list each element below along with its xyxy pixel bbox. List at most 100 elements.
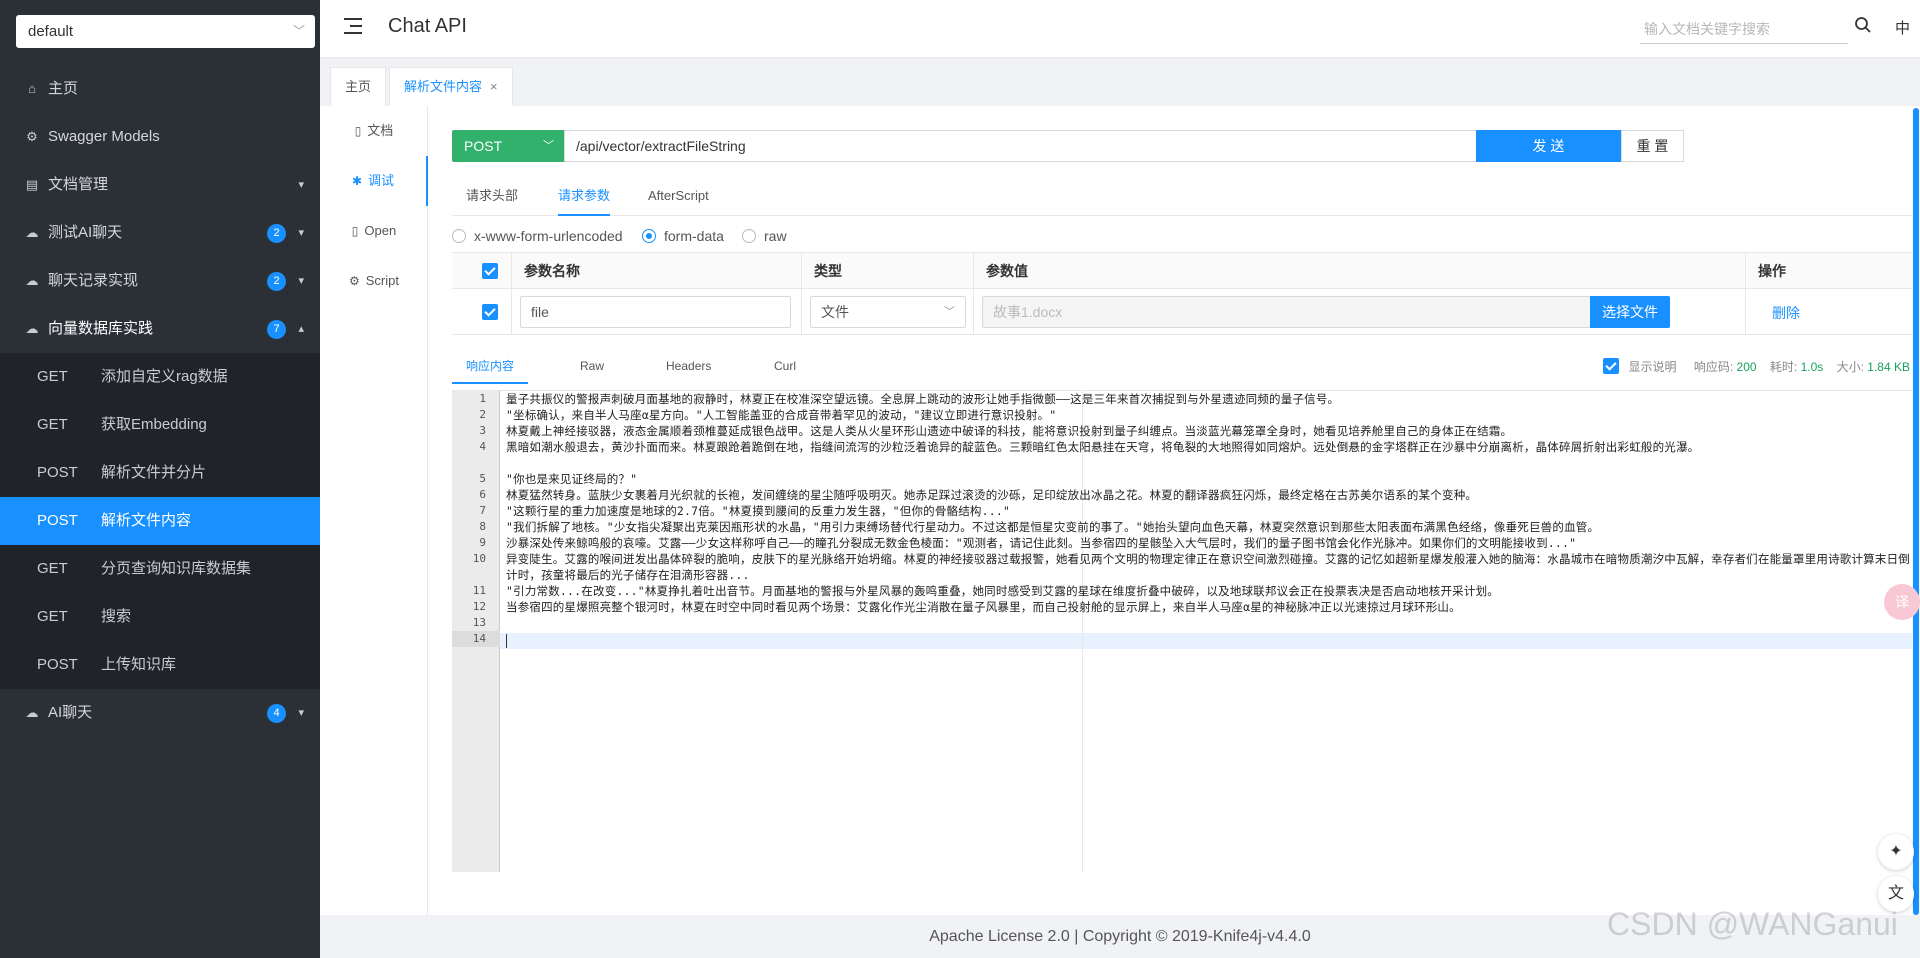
chevron-down-icon: ▾ — [298, 179, 304, 191]
page-tab-extract[interactable]: 解析文件内容 × — [389, 67, 513, 106]
sidebar-item-ai-chat[interactable]: ☁ AI聊天 4 ▾ — [0, 689, 320, 737]
tab-response-content[interactable]: 响应内容 — [452, 352, 529, 384]
sidebar-item-docs[interactable]: ▤ 文档管理 ▾ — [0, 161, 320, 209]
sidebar-item-home[interactable]: ⌂ 主页 — [0, 65, 320, 113]
app-title: Chat API — [388, 15, 467, 37]
language-toggle[interactable]: 中 — [1895, 17, 1910, 38]
radio-raw[interactable]: raw — [742, 228, 787, 244]
debug-panel: POST ﹀ /api/vector/extractFileString 发 送… — [428, 106, 1920, 915]
line-gutter: 1 2 3 4 5 6 7 8 9 10 11 12 13 14 — [452, 391, 500, 872]
count-badge: 2 — [267, 272, 286, 291]
sidebar-item-label: 文档管理 — [48, 176, 109, 193]
sidebar-api-item[interactable]: POST 解析文件并分片 — [0, 449, 320, 497]
sidebar-api-item[interactable]: POST 上传知识库 — [0, 641, 320, 689]
response-editor[interactable]: 1 2 3 4 5 6 7 8 9 10 11 12 13 14 量子共振仪的警… — [452, 390, 1920, 872]
close-icon[interactable]: × — [490, 79, 498, 94]
tab-curl[interactable]: Curl — [774, 352, 796, 384]
row-checkbox[interactable] — [482, 304, 498, 320]
api-label: 解析文件并分片 — [101, 464, 207, 481]
swagger-icon: ⚙ — [26, 129, 38, 144]
code-line: "引力常数...在改变..."林夏挣扎着吐出音节。月面基地的警报与外星风暴的轰鸣… — [506, 584, 1499, 598]
page-tab-label: 解析文件内容 — [404, 79, 483, 94]
param-table: 参数名称 类型 参数值 操作 file 文件 ﹀ 故事1.docx 选择文件 删… — [452, 252, 1920, 335]
tab-raw[interactable]: Raw — [580, 352, 604, 384]
tab-open[interactable]: ▯ Open — [320, 206, 428, 256]
sidebar-item-test-ai-chat[interactable]: ☁ 测试AI聊天 2 ▾ — [0, 209, 320, 257]
line-number: 2 — [479, 408, 486, 421]
radio-dot — [452, 229, 466, 243]
tab-script[interactable]: ⚙ Script — [320, 256, 428, 306]
api-label: 搜索 — [101, 608, 132, 625]
search-icon[interactable] — [1854, 16, 1872, 34]
delete-link[interactable]: 删除 — [1772, 303, 1800, 323]
param-type-cell: 文件 ﹀ — [802, 289, 974, 335]
line-number: 8 — [479, 520, 486, 533]
api-label: 获取Embedding — [101, 416, 207, 433]
doc-search-input[interactable] — [1640, 14, 1848, 44]
tab-doc[interactable]: ▯ 文档 — [320, 106, 428, 156]
sidebar-api-item[interactable]: GET 添加自定义rag数据 — [0, 353, 320, 401]
sidebar-api-item[interactable]: GET 分页查询知识库数据集 — [0, 545, 320, 593]
line-number: 9 — [479, 536, 486, 549]
size-label: 大小: — [1836, 360, 1864, 374]
side-tab-label: 文档 — [367, 123, 394, 138]
line-number: 10 — [472, 552, 486, 565]
select-all-checkbox[interactable] — [482, 263, 498, 279]
chevron-down-icon: ﹀ — [543, 140, 554, 152]
sidebar-item-label: 主页 — [48, 80, 79, 97]
chevron-down-icon: ▾ — [298, 275, 304, 287]
tab-after-script[interactable]: AfterScript — [648, 176, 709, 216]
send-button[interactable]: 发 送 — [1476, 130, 1621, 162]
sidebar-api-item[interactable]: GET 获取Embedding — [0, 401, 320, 449]
scrollbar-thumb[interactable] — [1913, 108, 1919, 915]
response-meta: 显示说明 响应码: 200 耗时: 1.0s 大小: 1.84 KB — [1603, 358, 1910, 375]
param-value-cell: 故事1.docx 选择文件 — [974, 289, 1746, 335]
line-number: 12 — [472, 600, 486, 613]
sidebar-item-chat-history[interactable]: ☁ 聊天记录实现 2 ▾ — [0, 257, 320, 305]
tab-debug[interactable]: ✱ 调试 — [320, 156, 428, 206]
tab-request-params[interactable]: 请求参数 — [558, 176, 611, 216]
group-select[interactable]: default ﹀ — [16, 15, 315, 48]
radio-urlencoded[interactable]: x-www-form-urlencoded — [452, 228, 623, 244]
sidebar-api-item[interactable]: GET 搜索 — [0, 593, 320, 641]
show-desc-label: 显示说明 — [1628, 360, 1677, 374]
line-number: 7 — [479, 504, 486, 517]
code-line: "坐标确认，来自半人马座α星方向。"人工智能盖亚的合成音带着罕见的波动，"建议立… — [506, 408, 1057, 422]
code-line: 量子共振仪的警报声刺破月面基地的寂静时，林夏正在校准深空望远镜。全息屏上跳动的波… — [506, 392, 1340, 406]
code-line: 异变陡生。艾露的喉间迸发出晶体碎裂的脆响，皮肤下的星光脉络开始坍缩。林夏的神经接… — [506, 552, 1910, 582]
param-type-value: 文件 — [821, 304, 849, 320]
page-tab-home[interactable]: 主页 — [330, 67, 387, 106]
line-number-current: 14 — [452, 631, 500, 647]
api-label: 上传知识库 — [101, 656, 177, 673]
choose-file-button[interactable]: 选择文件 — [1590, 296, 1670, 328]
cloud-icon: ☁ — [25, 321, 39, 336]
sidebar-item-vector-db[interactable]: ☁ 向量数据库实践 7 ▴ — [0, 305, 320, 353]
radio-form-data[interactable]: form-data — [642, 228, 724, 244]
sidebar-item-label: 聊天记录实现 — [48, 272, 139, 289]
menu-toggle-icon[interactable] — [344, 18, 362, 34]
reset-button[interactable]: 重 置 — [1621, 130, 1684, 162]
time-label: 耗时: — [1769, 360, 1798, 374]
chevron-down-icon: ▾ — [298, 707, 304, 719]
translate-widget-icon[interactable]: 译 — [1884, 584, 1920, 620]
ai-sparkle-icon[interactable]: ✦ — [1878, 834, 1914, 870]
code-line: 黑暗如潮水般退去，黄沙扑面而来。林夏踉跄着跪倒在地，指缝间流泻的沙粒泛着诡异的靛… — [506, 440, 1700, 454]
url-input[interactable]: /api/vector/extractFileString — [564, 130, 1478, 162]
api-label: 分页查询知识库数据集 — [101, 560, 252, 577]
sidebar-item-swagger-models[interactable]: ⚙ Swagger Models — [0, 113, 320, 161]
sidebar-api-item-active[interactable]: POST 解析文件内容 — [0, 497, 320, 545]
http-method: POST — [37, 512, 78, 529]
docs-icon: ▤ — [25, 177, 39, 192]
radio-label: form-data — [664, 228, 724, 244]
param-name-input[interactable]: file — [520, 296, 791, 328]
param-type-select[interactable]: 文件 ﹀ — [810, 296, 966, 328]
tab-request-headers[interactable]: 请求头部 — [466, 176, 518, 216]
method-select[interactable]: POST ﹀ — [452, 130, 564, 162]
gear-icon: ⚙ — [349, 274, 360, 288]
tab-headers[interactable]: Headers — [666, 352, 711, 384]
http-method: GET — [37, 416, 68, 433]
chevron-down-icon: ▾ — [298, 227, 304, 239]
http-method: GET — [37, 560, 68, 577]
select-all-cell — [452, 253, 512, 289]
show-desc-checkbox[interactable] — [1603, 358, 1620, 374]
